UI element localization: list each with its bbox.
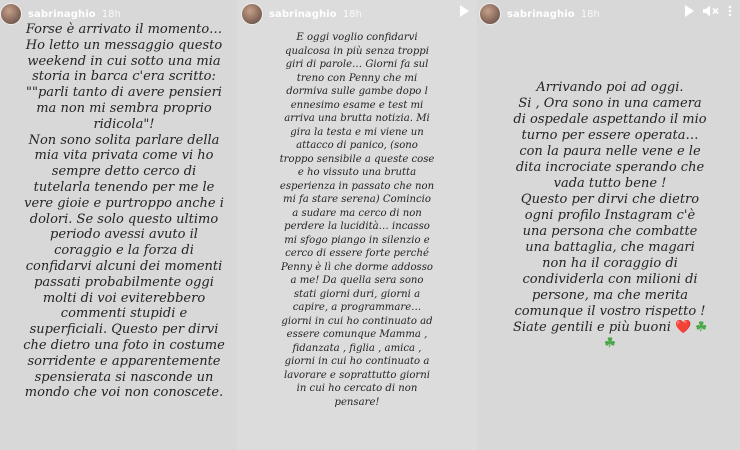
story-text-body: Arrivando poi ad oggi. Si , Ora sono in … bbox=[512, 80, 707, 335]
clover-emoji-icon: ☘ bbox=[695, 320, 708, 335]
story-panel-1[interactable]: sabrinaghio 18h Forse è arrivato il mome… bbox=[0, 0, 237, 450]
more-options-icon[interactable] bbox=[728, 5, 732, 17]
clover-emoji-icon-2: ☘ bbox=[604, 336, 616, 351]
username[interactable]: sabrinaghio bbox=[28, 9, 96, 20]
pause-icon[interactable] bbox=[459, 5, 469, 17]
story-panel-2[interactable]: sabrinaghio 18h E oggi voglio confidarvi… bbox=[237, 0, 477, 450]
post-time: 18h bbox=[101, 8, 121, 20]
avatar[interactable] bbox=[479, 3, 501, 25]
post-time: 18h bbox=[580, 8, 600, 20]
story-text: Forse è arrivato il momento… Ho letto un… bbox=[23, 22, 225, 401]
story-header: sabrinaghio 18h bbox=[237, 2, 477, 26]
post-time: 18h bbox=[342, 8, 362, 20]
username[interactable]: sabrinaghio bbox=[507, 9, 575, 20]
heart-emoji-icon: ❤️ bbox=[675, 320, 692, 335]
story-controls bbox=[684, 5, 732, 17]
story-controls bbox=[459, 5, 469, 17]
username[interactable]: sabrinaghio bbox=[269, 9, 337, 20]
pause-icon[interactable] bbox=[684, 5, 694, 17]
avatar[interactable] bbox=[241, 3, 263, 25]
volume-muted-icon[interactable] bbox=[703, 5, 719, 17]
story-text: E oggi voglio confidarvi qualcosa in più… bbox=[279, 32, 435, 408]
story-text: Arrivando poi ad oggi. Si , Ora sono in … bbox=[483, 80, 737, 352]
story-panel-3[interactable]: sabrinaghio 18h Arrivando poi ad oggi. S… bbox=[477, 0, 740, 450]
